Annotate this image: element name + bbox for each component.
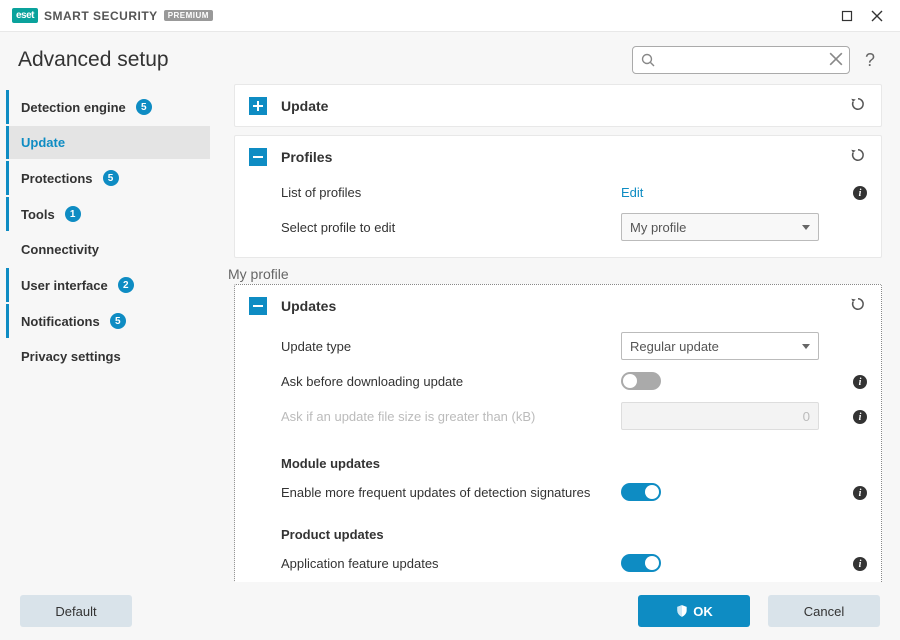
frequent-updates-toggle[interactable] xyxy=(621,483,661,501)
module-updates-heading: Module updates xyxy=(281,436,867,477)
cancel-button[interactable]: Cancel xyxy=(768,595,880,627)
frequent-updates-label: Enable more frequent updates of detectio… xyxy=(281,485,621,500)
revert-icon xyxy=(849,146,867,164)
revert-icon xyxy=(849,295,867,313)
panel-title: Profiles xyxy=(281,149,849,165)
search-icon xyxy=(640,52,656,71)
ok-button-label: OK xyxy=(693,604,713,619)
sidebar: Detection engine 5 Update Protections 5 … xyxy=(0,84,210,582)
sidebar-badge: 5 xyxy=(103,170,119,186)
brand-logo: eset xyxy=(12,8,38,23)
info-icon[interactable]: i xyxy=(853,186,867,200)
header: Advanced setup ? xyxy=(0,32,900,84)
sidebar-item-update[interactable]: Update xyxy=(6,126,210,159)
default-button-label: Default xyxy=(55,604,96,619)
info-icon[interactable]: i xyxy=(853,410,867,424)
sidebar-item-label: User interface xyxy=(21,278,108,293)
info-icon[interactable]: i xyxy=(853,375,867,389)
panel-updates: Updates Update type Regular update As xyxy=(234,284,882,582)
titlebar: eset SMART SECURITY PREMIUM xyxy=(0,0,900,32)
sidebar-item-label: Tools xyxy=(21,207,55,222)
close-icon xyxy=(871,10,883,22)
panel-title: Updates xyxy=(281,298,849,314)
sidebar-item-user-interface[interactable]: User interface 2 xyxy=(6,268,210,302)
revert-button[interactable] xyxy=(849,146,867,167)
sidebar-item-label: Detection engine xyxy=(21,100,126,115)
revert-button[interactable] xyxy=(849,95,867,116)
sidebar-item-protections[interactable]: Protections 5 xyxy=(6,161,210,195)
brand-text: SMART SECURITY xyxy=(44,9,158,23)
cancel-button-label: Cancel xyxy=(804,604,844,619)
app-feature-label: Application feature updates xyxy=(281,556,621,571)
brand-badge: PREMIUM xyxy=(164,10,213,21)
collapse-icon xyxy=(249,297,267,315)
update-type-label: Update type xyxy=(281,339,621,354)
sidebar-item-label: Connectivity xyxy=(21,242,99,257)
sidebar-badge: 1 xyxy=(65,206,81,222)
select-profile-value: My profile xyxy=(630,220,686,235)
edit-profiles-link[interactable]: Edit xyxy=(621,185,643,200)
collapse-icon xyxy=(249,148,267,166)
update-type-dropdown[interactable]: Regular update xyxy=(621,332,819,360)
ask-before-toggle[interactable] xyxy=(621,372,661,390)
panel-title: Update xyxy=(281,98,849,114)
info-icon[interactable]: i xyxy=(853,486,867,500)
ask-size-label: Ask if an update file size is greater th… xyxy=(281,409,621,424)
product-updates-heading: Product updates xyxy=(281,507,867,548)
select-profile-label: Select profile to edit xyxy=(281,220,621,235)
panel-body-profiles: List of profiles Edit i Select profile t… xyxy=(235,177,881,257)
window-close-button[interactable] xyxy=(862,4,892,28)
panel-profiles: Profiles List of profiles Edit i Select … xyxy=(234,135,882,258)
brand: eset SMART SECURITY PREMIUM xyxy=(12,8,213,23)
ask-size-input xyxy=(621,402,819,430)
sidebar-item-connectivity[interactable]: Connectivity xyxy=(6,233,210,266)
shield-icon xyxy=(675,604,689,618)
content: Update Profiles List of profiles xyxy=(210,84,900,582)
sidebar-item-label: Privacy settings xyxy=(21,349,121,364)
sidebar-item-label: Protections xyxy=(21,171,93,186)
panel-header-updates[interactable]: Updates xyxy=(235,285,881,326)
ok-button[interactable]: OK xyxy=(638,595,750,627)
sidebar-badge: 2 xyxy=(118,277,134,293)
sidebar-item-tools[interactable]: Tools 1 xyxy=(6,197,210,231)
main: Detection engine 5 Update Protections 5 … xyxy=(0,84,900,582)
window-maximize-button[interactable] xyxy=(832,4,862,28)
panel-header-profiles[interactable]: Profiles xyxy=(235,136,881,177)
footer: Default OK Cancel xyxy=(0,582,900,640)
search-input[interactable] xyxy=(633,47,849,73)
list-of-profiles-label: List of profiles xyxy=(281,185,621,200)
ask-before-label: Ask before downloading update xyxy=(281,374,621,389)
revert-button[interactable] xyxy=(849,295,867,316)
update-type-value: Regular update xyxy=(630,339,719,354)
app-feature-toggle[interactable] xyxy=(621,554,661,572)
search-clear-button[interactable] xyxy=(829,52,843,69)
page-title: Advanced setup xyxy=(18,48,169,72)
sidebar-item-notifications[interactable]: Notifications 5 xyxy=(6,304,210,338)
clear-icon xyxy=(829,52,843,66)
panel-update: Update xyxy=(234,84,882,127)
panel-body-updates: Update type Regular update Ask before do… xyxy=(235,326,881,582)
profile-heading: My profile xyxy=(228,266,882,282)
sidebar-item-label: Notifications xyxy=(21,314,100,329)
revert-icon xyxy=(849,95,867,113)
maximize-icon xyxy=(841,10,853,22)
info-icon[interactable]: i xyxy=(853,557,867,571)
panel-header-update[interactable]: Update xyxy=(235,85,881,126)
help-button[interactable]: ? xyxy=(860,50,880,71)
expand-icon xyxy=(249,97,267,115)
sidebar-badge: 5 xyxy=(136,99,152,115)
search-box[interactable] xyxy=(632,46,850,74)
select-profile-dropdown[interactable]: My profile xyxy=(621,213,819,241)
sidebar-item-privacy-settings[interactable]: Privacy settings xyxy=(6,340,210,373)
sidebar-badge: 5 xyxy=(110,313,126,329)
default-button[interactable]: Default xyxy=(20,595,132,627)
sidebar-item-label: Update xyxy=(21,135,65,150)
sidebar-item-detection-engine[interactable]: Detection engine 5 xyxy=(6,90,210,124)
